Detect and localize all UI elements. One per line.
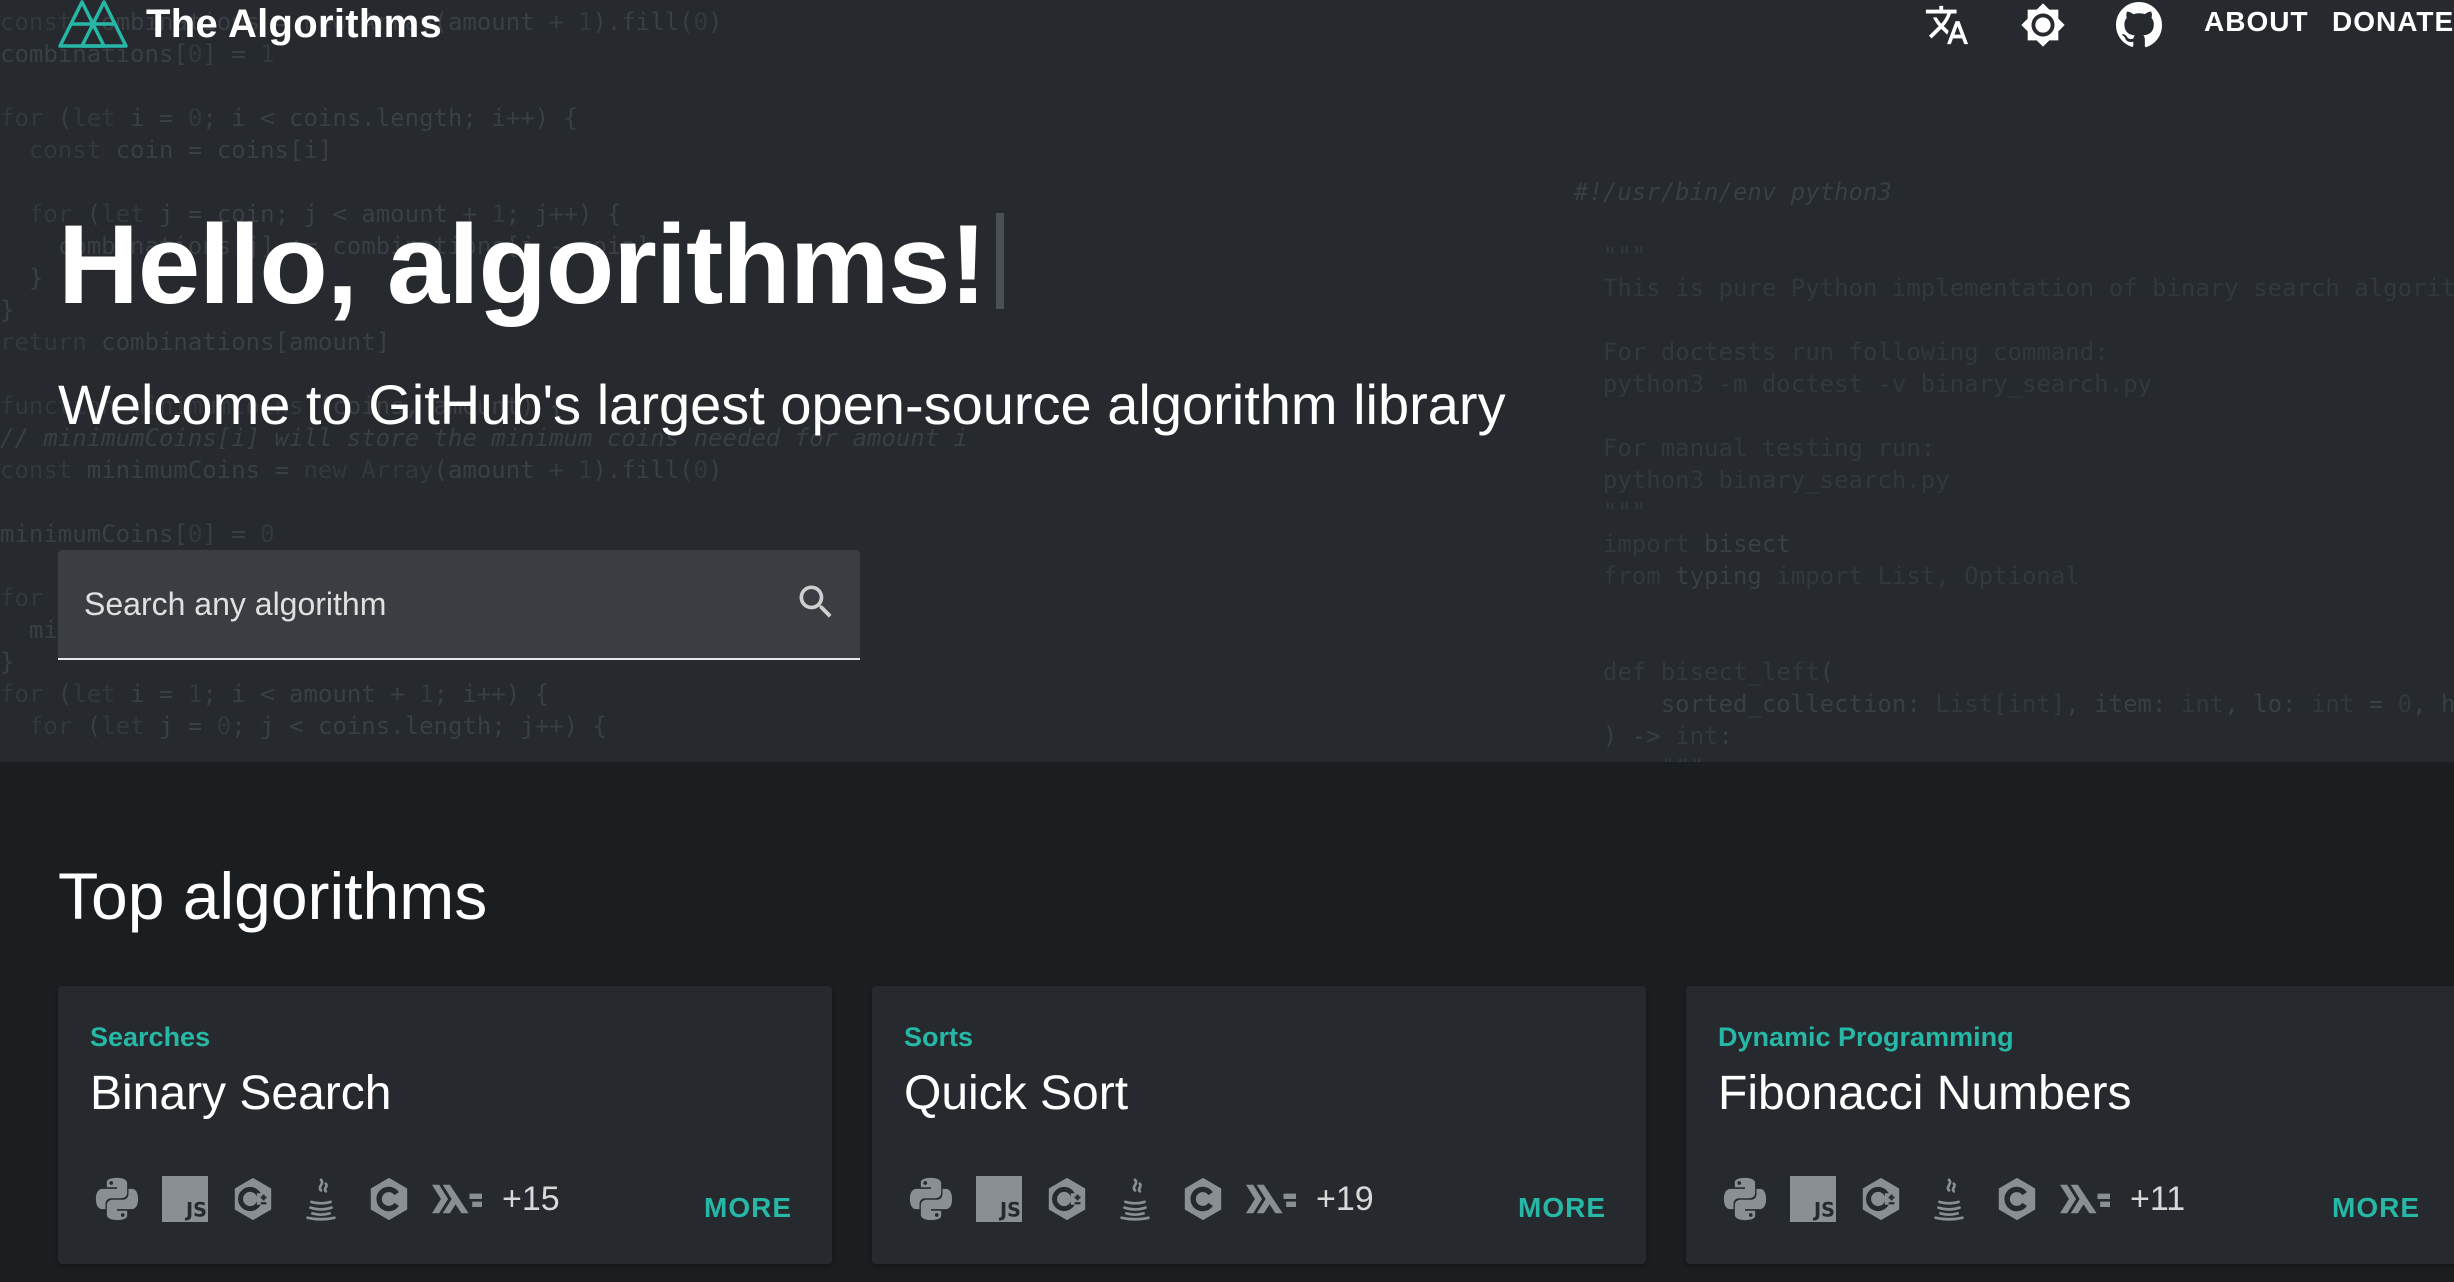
javascript-icon[interactable]: JS [974,1174,1024,1224]
the-algorithms-logo[interactable] [58,0,128,48]
java-icon[interactable] [296,1174,346,1224]
search-input[interactable]: Search any algorithm [58,550,860,660]
theme-toggle-icon[interactable] [2018,0,2068,50]
search-placeholder: Search any algorithm [84,586,387,622]
svg-text:JS: JS [998,1198,1021,1221]
c-plus-plus-icon[interactable] [1856,1174,1906,1224]
search-icon[interactable] [794,580,838,624]
haskell-icon[interactable] [1246,1174,1296,1224]
translate-icon[interactable] [1922,0,1972,50]
card-title[interactable]: Fibonacci Numbers [1718,1066,2131,1121]
c-icon[interactable] [1178,1174,1228,1224]
javascript-icon[interactable]: JS [160,1174,210,1224]
top-algorithms-heading: Top algorithms [58,859,488,933]
haskell-icon[interactable] [432,1174,482,1224]
hero-title: Hello, algorithms! [58,200,1004,330]
svg-text:JS: JS [1812,1198,1835,1221]
java-icon[interactable] [1110,1174,1160,1224]
card-category[interactable]: Searches [90,1022,210,1053]
haskell-icon[interactable] [2060,1174,2110,1224]
donate-link[interactable]: DONATE [2332,6,2454,38]
java-icon[interactable] [1924,1174,1974,1224]
about-link[interactable]: ABOUT [2204,6,2309,38]
algorithm-card-fibonacci-numbers[interactable]: Dynamic Programming Fibonacci Numbers JS… [1686,986,2454,1264]
more-button[interactable]: MORE [704,1192,792,1224]
card-category[interactable]: Dynamic Programming [1718,1022,2014,1053]
top-navigation-bar: The Algorithms ABOUT DONATE [0,0,2454,56]
c-plus-plus-icon[interactable] [1042,1174,1092,1224]
hero-section: const combinations = new Array(amount + … [0,0,2454,762]
card-category[interactable]: Sorts [904,1022,973,1053]
hero-title-text: Hello, algorithms! [58,202,987,327]
c-icon[interactable] [1992,1174,2042,1224]
algorithm-card-quick-sort[interactable]: Sorts Quick Sort JS +19 MORE [872,986,1646,1264]
code-background-right: #!/usr/bin/env python3 """ This is pure … [1574,178,2454,762]
language-icons: JS +15 [92,1174,560,1224]
more-button[interactable]: MORE [1518,1192,1606,1224]
algorithm-card-binary-search[interactable]: Searches Binary Search JS +15 MORE [58,986,832,1264]
python-icon[interactable] [906,1174,956,1224]
more-button[interactable]: MORE [2332,1192,2420,1224]
python-icon[interactable] [92,1174,142,1224]
svg-text:JS: JS [184,1198,207,1221]
more-languages-count: +19 [1316,1179,1374,1218]
c-plus-plus-icon[interactable] [228,1174,278,1224]
python-icon[interactable] [1720,1174,1770,1224]
typing-cursor [995,213,1004,309]
more-languages-count: +15 [502,1179,560,1218]
language-icons: JS +19 [906,1174,1374,1224]
more-languages-count: +11 [2130,1179,2186,1218]
javascript-icon[interactable]: JS [1788,1174,1838,1224]
card-title[interactable]: Quick Sort [904,1066,1128,1121]
c-icon[interactable] [364,1174,414,1224]
site-title[interactable]: The Algorithms [146,2,442,47]
github-icon[interactable] [2114,0,2164,50]
hero-subtitle: Welcome to GitHub's largest open-source … [58,373,1506,436]
language-icons: JS +11 [1720,1174,2185,1224]
card-title[interactable]: Binary Search [90,1066,391,1121]
